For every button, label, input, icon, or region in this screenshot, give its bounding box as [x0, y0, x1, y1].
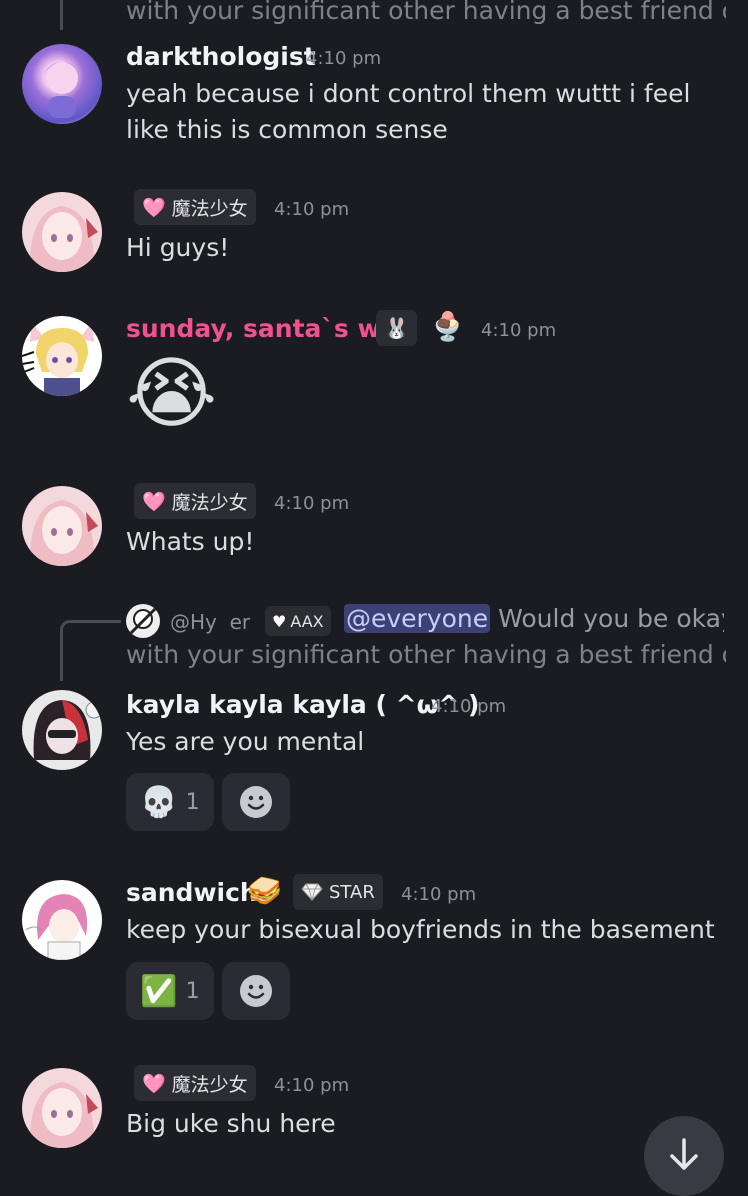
reply-connector [60, 620, 121, 681]
reply-preview-continuation: with your significant other having a bes… [126, 640, 726, 669]
role-tag-star[interactable]: STAR [293, 874, 383, 910]
author-name[interactable]: kayla kayla kayla ( ^ω^ ) [126, 690, 479, 719]
author-name[interactable]: darkthologist [126, 42, 316, 71]
reply-preview-text: Would you be okay [498, 604, 724, 633]
big-emoji-message: 😭 [126, 349, 218, 439]
bunny-badge[interactable]: 🐰 [376, 310, 417, 346]
author-name[interactable]: sunday, santa`s wife [126, 314, 417, 343]
timestamp: 4:10 pm [431, 696, 507, 717]
timestamp: 4:10 pm [274, 493, 350, 514]
role-tag[interactable]: 🩷 魔法少女 [134, 189, 256, 225]
reaction-count: 1 [185, 978, 200, 1004]
role-tag-label: 魔法少女 [171, 1073, 248, 1096]
author-name[interactable]: sandwich [126, 878, 258, 907]
reaction-check[interactable]: ✅ 1 [126, 962, 214, 1020]
timestamp: 4:10 pm [306, 48, 382, 69]
diamond-icon [301, 883, 323, 901]
message-text: Whats up! [126, 527, 255, 556]
reply-preview[interactable]: @everyone Would you be okay [344, 604, 724, 633]
message-text: Big uke shu here [126, 1109, 336, 1138]
smiley-add-icon [240, 786, 272, 818]
reply-preview-text[interactable]: with your significant other having a bes… [126, 0, 726, 25]
reply-tag-label: AAX [290, 611, 324, 631]
reaction-skull[interactable]: 💀 1 [126, 773, 214, 831]
role-tag-label: 魔法少女 [171, 197, 248, 220]
smiley-add-icon [240, 975, 272, 1007]
message-text: Yes are you mental [126, 727, 365, 756]
timestamp: 4:10 pm [274, 1075, 350, 1096]
add-reaction-button[interactable] [222, 962, 290, 1020]
message-text: yeah because i dont control them wuttt i… [126, 79, 691, 144]
timestamp: 4:10 pm [274, 199, 350, 220]
avatar-darkthologist[interactable] [22, 44, 102, 124]
avatar-kayla[interactable] [22, 690, 102, 770]
role-tag[interactable]: 🩷 魔法少女 [134, 1065, 256, 1101]
avatar-magical-girl[interactable] [22, 1068, 102, 1148]
timestamp: 4:10 pm [481, 320, 557, 341]
reply-username[interactable]: @Hy er [170, 610, 250, 634]
check-mark-icon: ✅ [140, 973, 178, 1009]
role-tag-label: 魔法少女 [171, 491, 248, 514]
timestamp: 4:10 pm [401, 884, 477, 905]
reaction-count: 1 [185, 789, 200, 815]
heart-icon: ♥ [272, 611, 287, 631]
avatar-sandwich[interactable] [22, 880, 102, 960]
scroll-to-bottom-button[interactable] [644, 1116, 724, 1196]
role-tag[interactable]: 🩷 魔法少女 [134, 483, 256, 519]
reply-avatar[interactable] [126, 604, 160, 638]
avatar-magical-girl[interactable] [22, 486, 102, 566]
everyone-mention[interactable]: @everyone [344, 604, 491, 633]
reply-tag[interactable]: ♥ AAX [265, 606, 331, 636]
add-reaction-button[interactable] [222, 773, 290, 831]
message-text: Hi guys! [126, 233, 230, 262]
message-text: keep your bisexual boyfriends in the bas… [126, 915, 715, 944]
heart-icon: 🩷 [142, 490, 166, 513]
sandwich-emoji: 🥪 [247, 874, 282, 907]
reply-connector-top [60, 0, 63, 30]
arrow-down-icon [670, 1138, 698, 1170]
bunny-icon: 🐰 [384, 316, 409, 340]
heart-icon: 🩷 [142, 196, 166, 219]
skull-icon: 💀 [140, 784, 178, 820]
heart-icon: 🩷 [142, 1072, 166, 1095]
role-tag-label: STAR [329, 881, 375, 903]
sundae-icon[interactable]: 🍨 [430, 310, 465, 343]
avatar-magical-girl[interactable] [22, 192, 102, 272]
avatar-sunday[interactable] [22, 316, 102, 396]
